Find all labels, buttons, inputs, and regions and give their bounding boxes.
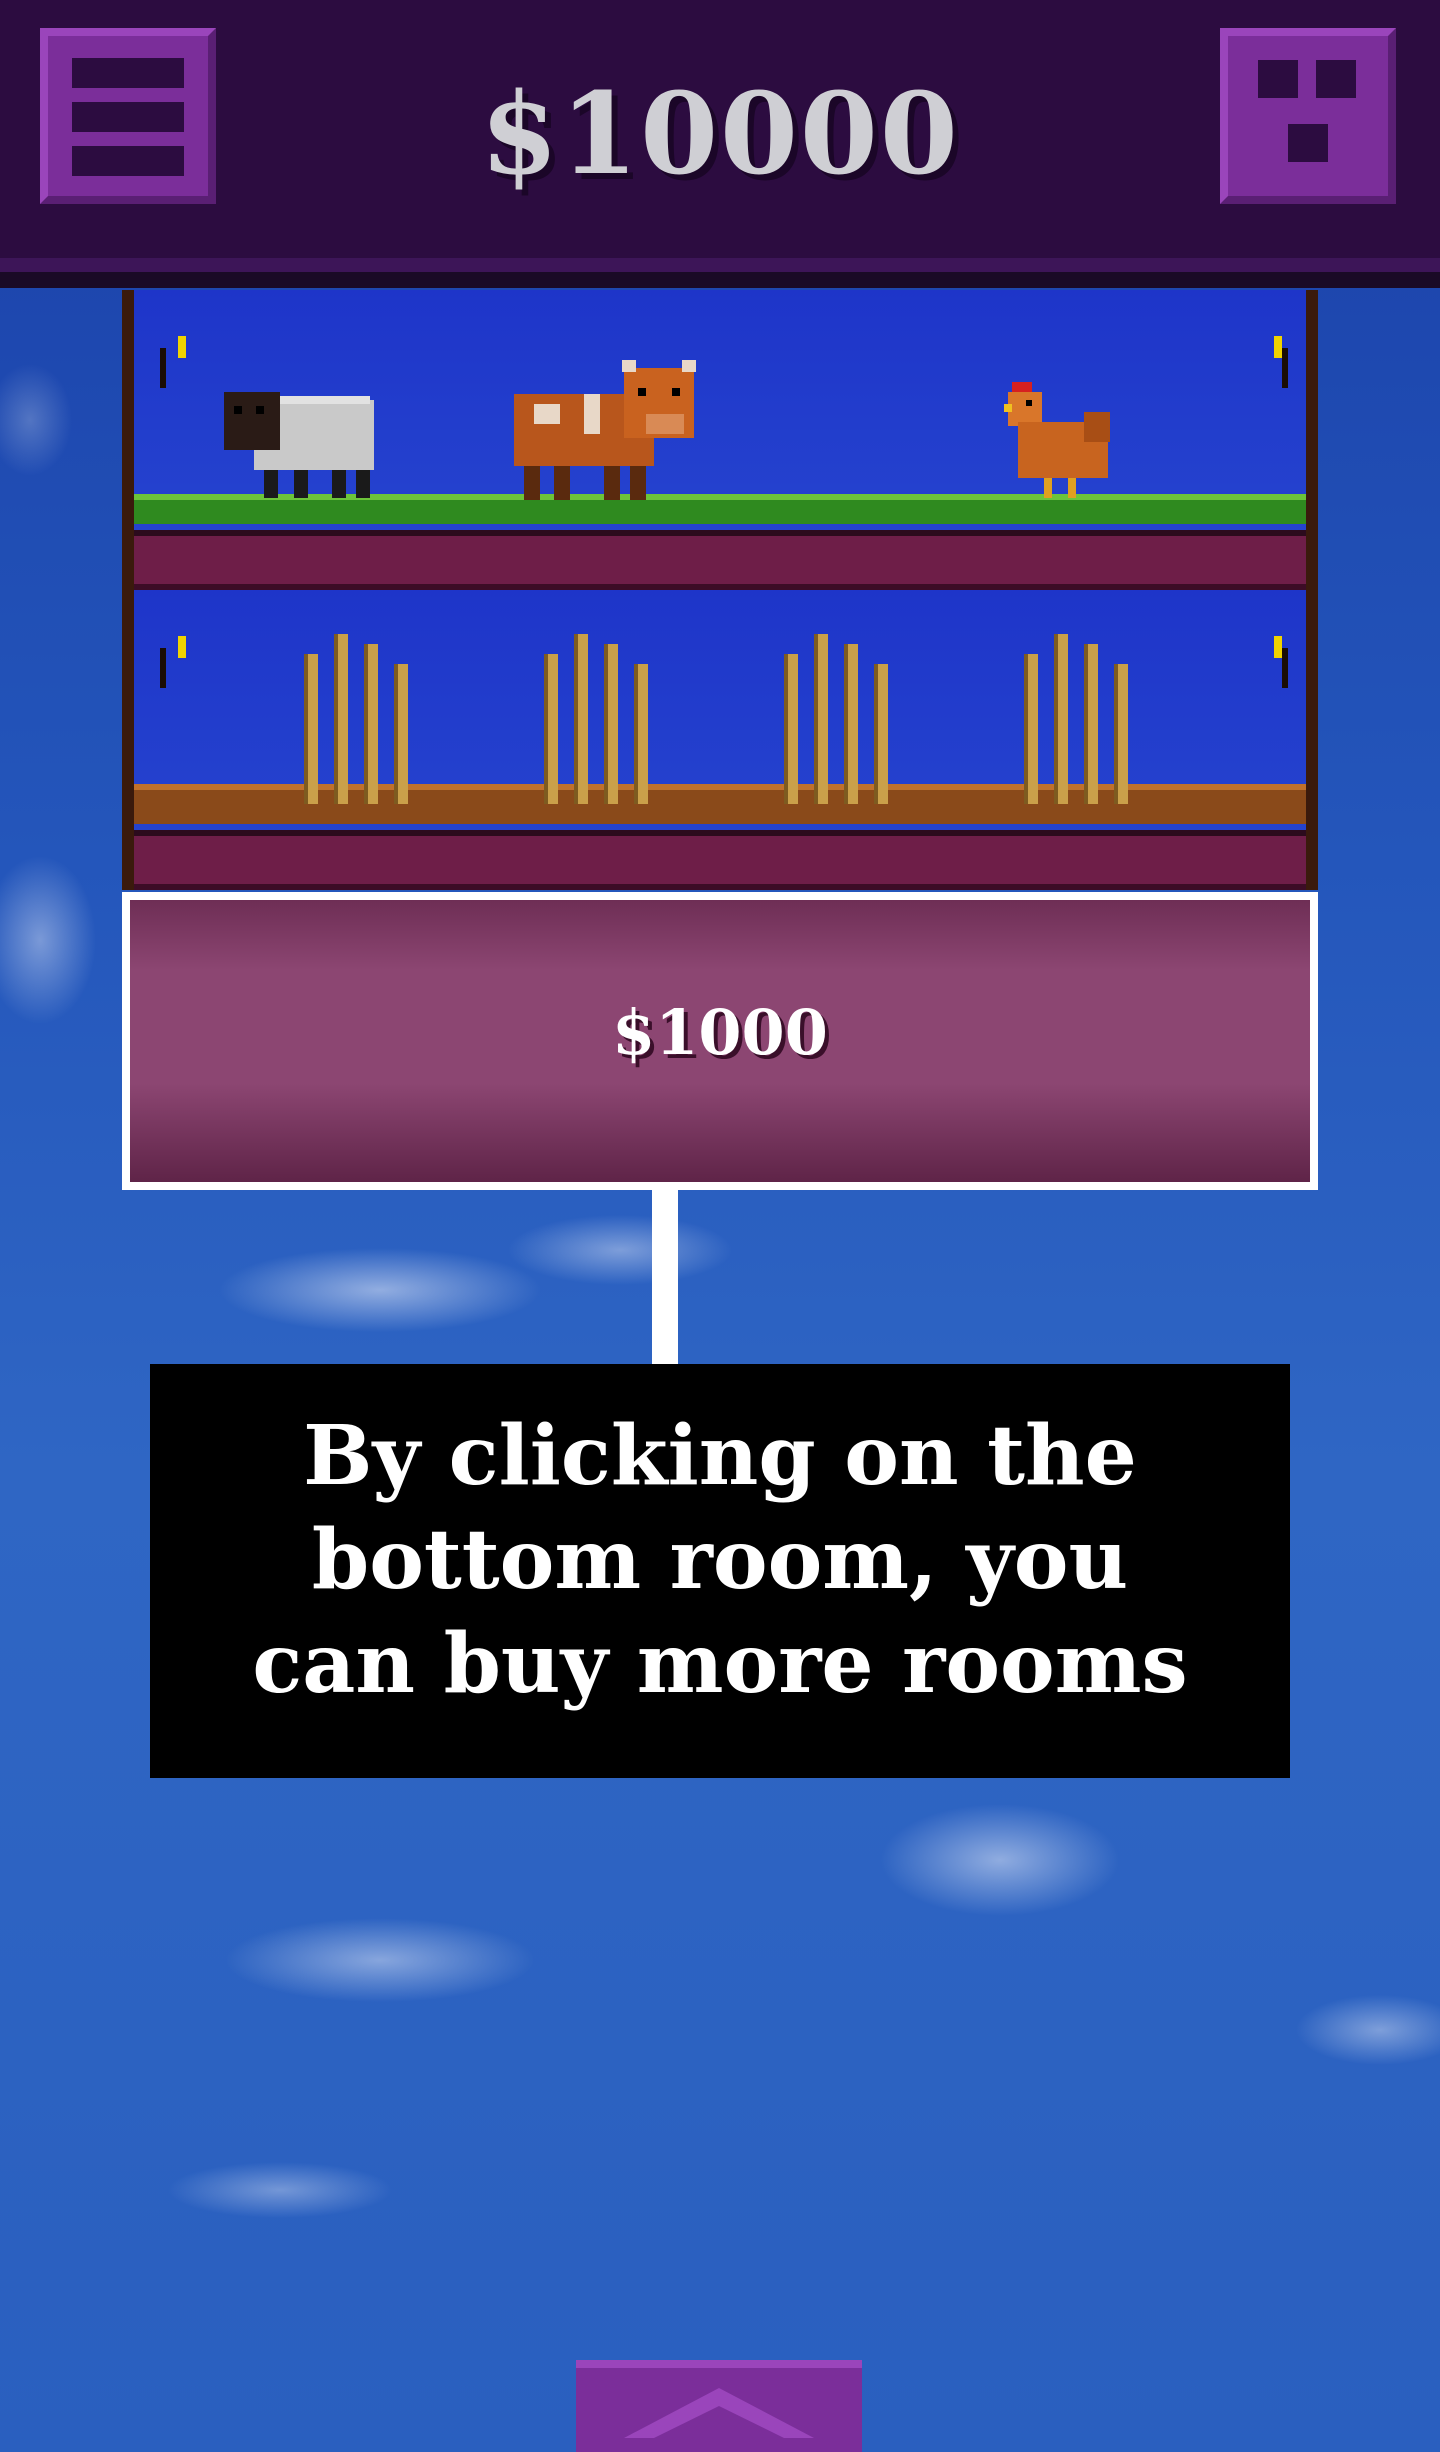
corn-plant-icon[interactable] [514,634,674,804]
tutorial-line-2: bottom room, you [311,1512,1129,1608]
lamp-right [1274,636,1282,658]
buy-room-price: $1000 [612,996,828,1069]
chicken-icon[interactable] [1004,382,1114,502]
room-floor [134,830,1306,890]
menu-bar-top [72,58,184,88]
scroll-up-button[interactable] [576,2360,862,2452]
cow-icon[interactable] [514,354,704,504]
sheep-icon[interactable] [224,370,384,500]
tutorial-line-3: can buy more rooms [252,1616,1188,1712]
lamp-right [1274,336,1282,358]
corn-plant-icon[interactable] [274,634,434,804]
rooms-button[interactable] [1220,28,1396,204]
tutorial-line-1: By clicking on the [303,1408,1137,1504]
corn-plant-icon[interactable] [754,634,914,804]
lamp-left [178,336,186,358]
menu-bar-bottom [72,146,184,176]
top-bar: $10000 [0,0,1440,288]
lamp-post-right [1282,648,1288,688]
chevron-up-icon [624,2388,814,2438]
lamp-post-right [1282,348,1288,388]
grid-cell-2 [1316,60,1356,98]
animal-room[interactable] [122,290,1318,590]
menu-button[interactable] [40,28,216,204]
lamp-left [178,636,186,658]
money-counter: $10000 [480,69,960,200]
lamp-post-left [160,348,166,388]
room-floor [134,530,1306,590]
corn-plant-icon[interactable] [994,634,1154,804]
lamp-post-left [160,648,166,688]
buy-room-button[interactable]: $1000 [122,892,1318,1190]
crop-room[interactable] [122,590,1318,890]
grid-cell-1 [1258,60,1298,98]
tooltip-pointer [652,1190,678,1364]
grid-cell-3 [1288,124,1328,162]
tutorial-tooltip: By clicking on the bottom room, you can … [150,1364,1290,1778]
menu-bar-middle [72,102,184,132]
